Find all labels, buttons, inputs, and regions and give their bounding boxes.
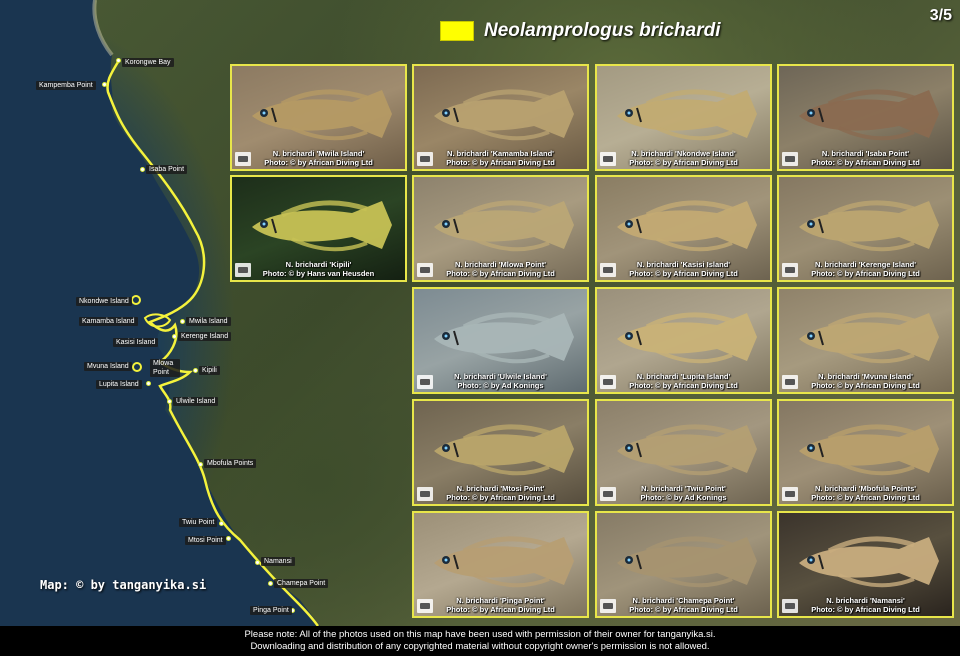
copyright-line-2: Downloading and distribution of any copy… [250,641,710,652]
photo-fish-name: N. brichardi 'Mwila Island' [272,149,365,158]
photo-caption: N. brichardi 'Kamamba Island' Photo: © by… [414,149,587,167]
photo-caption: N. brichardi 'Mwila Island' Photo: © by A… [232,149,405,167]
fish-photo[interactable]: N. brichardi 'Lupita Island' Photo: © by … [595,287,772,394]
photo-fish-name: N. brichardi 'Twiu Point' [641,484,726,493]
fish-photo[interactable]: N. brichardi 'Kipili' Photo: © by Hans va… [230,175,407,282]
photo-credit: Photo: © by Ad Konings [457,381,544,390]
photo-credit: Photo: © by African Diving Ltd [811,158,920,167]
photo-credit: Photo: © by African Diving Ltd [811,269,920,278]
fish-image [617,200,757,252]
fish-photo[interactable]: N. brichardi 'Kerenge Island' Photo: © by… [777,175,954,282]
fish-image [799,312,939,364]
fish-image [799,200,939,252]
photo-gallery: N. brichardi 'Mwila Island' Photo: © by A… [0,0,960,626]
photo-credit: Photo: © by African Diving Ltd [629,158,738,167]
fish-photo[interactable]: N. brichardi 'Mvuna Island' Photo: © by A… [777,287,954,394]
photo-caption: N. brichardi 'Chamepa Point' Photo: © by … [597,596,770,614]
fish-image [434,312,574,364]
photo-credit: Photo: © by African Diving Ltd [629,269,738,278]
fish-image [799,89,939,141]
photo-fish-name: N. brichardi 'Kerenge Island' [814,260,917,269]
fish-photo[interactable]: N. brichardi 'Nkondwe Island' Photo: © by… [595,64,772,171]
fish-photo[interactable]: N. brichardi 'Namansi' Photo: © by Africa… [777,511,954,618]
fish-image [434,536,574,588]
photo-caption: N. brichardi 'Mtosi Point' Photo: © by Af… [414,484,587,502]
photo-caption: N. brichardi 'Lupita Island' Photo: © by … [597,372,770,390]
photo-fish-name: N. brichardi 'Ulwile Island' [454,372,547,381]
photo-caption: N. brichardi 'Mlowa Point' Photo: © by Af… [414,260,587,278]
photo-credit: Photo: © by African Diving Ltd [446,158,555,167]
fish-image [252,89,392,141]
fish-photo[interactable]: N. brichardi 'Isaba Point' Photo: © by Af… [777,64,954,171]
fish-photo[interactable]: N. brichardi 'Mbofula Points' Photo: © by… [777,399,954,506]
photo-credit: Photo: © by African Diving Ltd [264,158,373,167]
photo-fish-name: N. brichardi 'Kasisi Island' [636,260,731,269]
fish-photo[interactable]: N. brichardi 'Pinga Point' Photo: © by Af… [412,511,589,618]
photo-fish-name: N. brichardi 'Mtosi Point' [456,484,545,493]
photo-fish-name: N. brichardi 'Lupita Island' [636,372,731,381]
photo-fish-name: N. brichardi 'Mvuna Island' [818,372,913,381]
fish-image [617,312,757,364]
photo-credit: Photo: © by African Diving Ltd [446,493,555,502]
photo-caption: N. brichardi 'Isaba Point' Photo: © by Af… [779,149,952,167]
copyright-line-1: Please note: All of the photos used on t… [244,629,716,640]
fish-image [799,424,939,476]
photo-fish-name: N. brichardi 'Pinga Point' [456,596,545,605]
photo-caption: N. brichardi 'Kerenge Island' Photo: © by… [779,260,952,278]
photo-caption: N. brichardi 'Nkondwe Island' Photo: © by… [597,149,770,167]
photo-credit: Photo: © by Hans van Heusden [262,269,375,278]
photo-fish-name: N. brichardi 'Kamamba Island' [447,149,554,158]
photo-credit: Photo: © by African Diving Ltd [446,605,555,614]
fish-photo[interactable]: N. brichardi 'Kasisi Island' Photo: © by … [595,175,772,282]
fish-photo[interactable]: N. brichardi 'Kamamba Island' Photo: © by… [412,64,589,171]
fish-image [617,424,757,476]
photo-fish-name: N. brichardi 'Namansi' [826,596,905,605]
copyright-notice: Please note: All of the photos used on t… [0,626,960,656]
photo-caption: N. brichardi 'Kipili' Photo: © by Hans va… [232,260,405,278]
photo-caption: N. brichardi 'Mbofula Points' Photo: © by… [779,484,952,502]
photo-caption: N. brichardi 'Twiu Point' Photo: © by Ad … [597,484,770,502]
photo-fish-name: N. brichardi 'Mlowa Point' [454,260,547,269]
photo-fish-name: N. brichardi 'Chamepa Point' [632,596,735,605]
photo-caption: N. brichardi 'Ulwile Island' Photo: © by … [414,372,587,390]
fish-photo[interactable]: N. brichardi 'Ulwile Island' Photo: © by … [412,287,589,394]
photo-credit: Photo: © by African Diving Ltd [629,381,738,390]
photo-caption: N. brichardi 'Kasisi Island' Photo: © by … [597,260,770,278]
photo-credit: Photo: © by Ad Konings [640,493,727,502]
photo-credit: Photo: © by African Diving Ltd [629,605,738,614]
fish-photo[interactable]: N. brichardi 'Chamepa Point' Photo: © by … [595,511,772,618]
fish-image [434,424,574,476]
photo-fish-name: N. brichardi 'Kipili' [285,260,352,269]
fish-image [252,200,392,252]
photo-caption: N. brichardi 'Pinga Point' Photo: © by Af… [414,596,587,614]
photo-fish-name: N. brichardi 'Nkondwe Island' [631,149,736,158]
photo-caption: N. brichardi 'Mvuna Island' Photo: © by A… [779,372,952,390]
fish-photo[interactable]: N. brichardi 'Twiu Point' Photo: © by Ad … [595,399,772,506]
fish-image [617,536,757,588]
photo-credit: Photo: © by African Diving Ltd [446,269,555,278]
fish-photo[interactable]: N. brichardi 'Mwila Island' Photo: © by A… [230,64,407,171]
photo-fish-name: N. brichardi 'Isaba Point' [821,149,910,158]
fish-photo[interactable]: N. brichardi 'Mlowa Point' Photo: © by Af… [412,175,589,282]
photo-credit: Photo: © by African Diving Ltd [811,605,920,614]
fish-image [799,536,939,588]
photo-credit: Photo: © by African Diving Ltd [811,381,920,390]
fish-image [434,89,574,141]
photo-fish-name: N. brichardi 'Mbofula Points' [814,484,917,493]
fish-image [434,200,574,252]
photo-caption: N. brichardi 'Namansi' Photo: © by Africa… [779,596,952,614]
fish-photo[interactable]: N. brichardi 'Mtosi Point' Photo: © by Af… [412,399,589,506]
photo-credit: Photo: © by African Diving Ltd [811,493,920,502]
fish-image [617,89,757,141]
